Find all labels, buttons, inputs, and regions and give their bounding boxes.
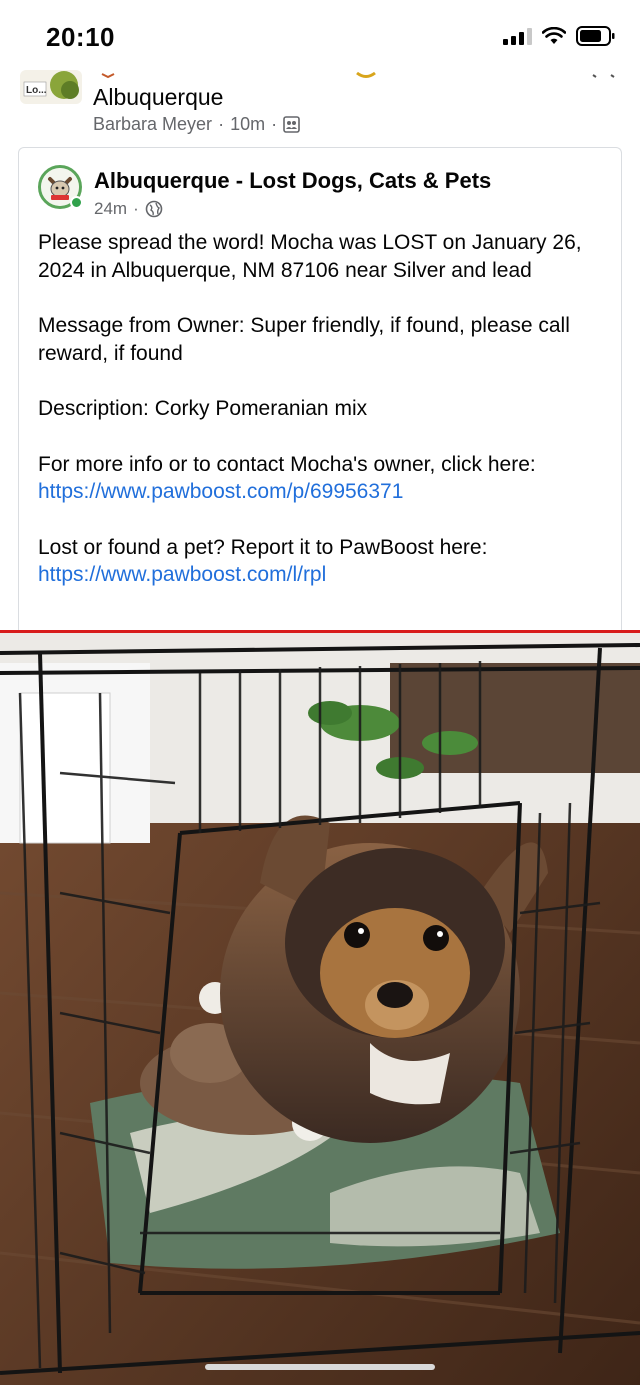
group-name[interactable]: Albuquerque [93,84,223,111]
battery-icon [576,26,615,46]
post-paragraph: Description: Corky Pomeranian mix [38,397,368,420]
shared-group-name[interactable]: Albuquerque - Lost Dogs, Cats & Pets [94,168,491,194]
pawboost-report-link[interactable]: https://www.pawboost.com/l/rpl [38,563,326,586]
post-paragraph: Lost or found a pet? Report it to PawBoo… [38,534,613,589]
dog-photo[interactable] [0,630,640,1385]
shared-post-time[interactable]: 24m [94,199,127,219]
home-indicator[interactable] [205,1364,435,1370]
meta-separator: · [271,114,278,134]
globe-icon [145,200,163,218]
post-text: Lost or found a pet? Report it to PawBoo… [38,535,488,559]
scrolled-header-remnant [101,71,615,79]
signal-icon [503,27,532,45]
post-paragraph: Please spread the word! Mocha was LOST o… [38,231,582,282]
post-text: For more info or to contact Mocha's owne… [38,452,536,476]
meta-separator: · [218,114,225,134]
post-paragraph: For more info or to contact Mocha's owne… [38,451,613,506]
online-status-dot [70,196,83,209]
author-name[interactable]: Barbara Meyer [93,114,212,135]
post-paragraph: Message from Owner: Super friendly, if f… [38,314,570,365]
group-members-icon [283,116,300,133]
shared-post-card[interactable]: Albuquerque - Lost Dogs, Cats & Pets 24m… [18,147,622,637]
shared-post-meta: 24m · [94,199,163,219]
post-time[interactable]: 10m [230,114,265,135]
post-meta: Barbara Meyer · 10m · [93,114,300,135]
group-thumb-text: Lo... [26,85,47,96]
status-time: 20:10 [46,22,115,52]
wifi-icon [542,27,566,44]
pawboost-pet-link[interactable]: https://www.pawboost.com/p/69956371 [38,480,403,503]
post-body: Please spread the word! Mocha was LOST o… [38,229,613,617]
status-bar: 20:10 [0,0,640,74]
meta-separator: · [133,199,139,218]
status-icons [503,26,616,46]
